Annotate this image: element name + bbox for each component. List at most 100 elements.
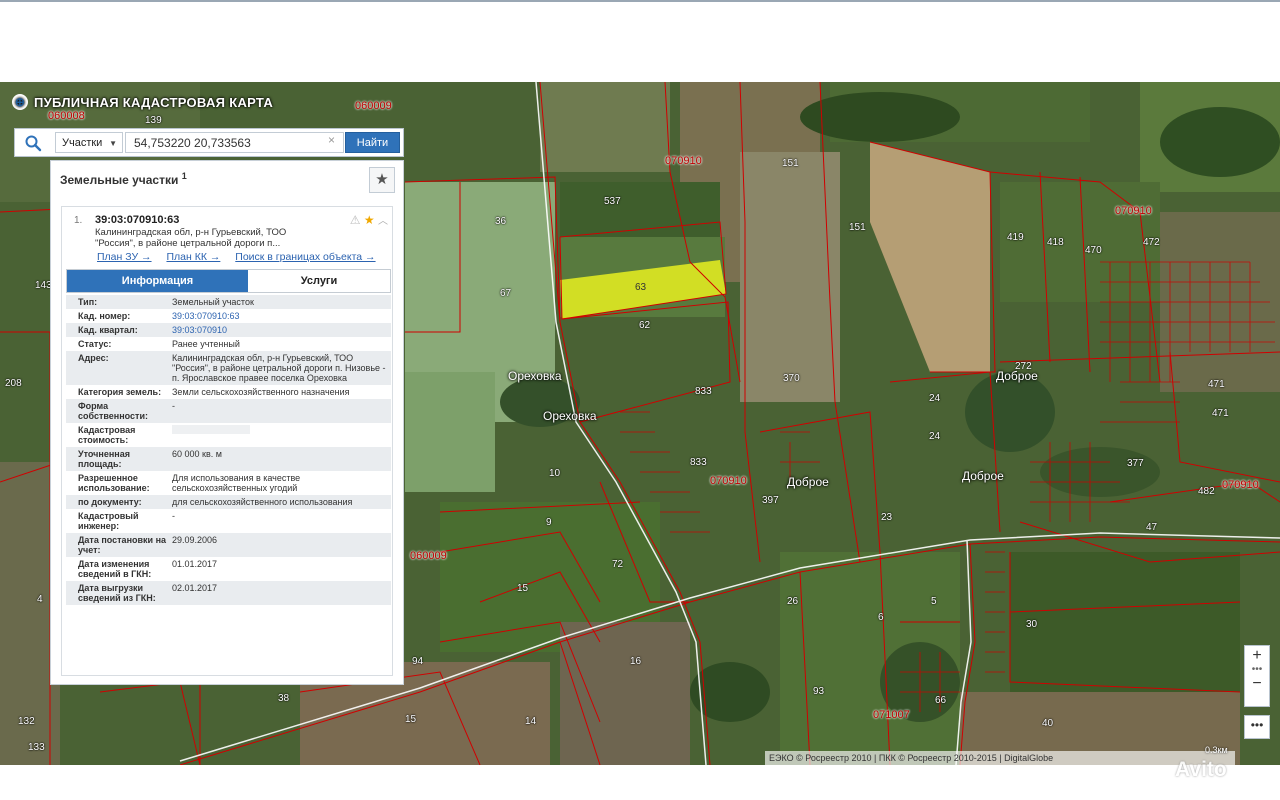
search-icon[interactable]: [24, 134, 42, 152]
parcel-label: 10: [549, 468, 561, 479]
parcel-label: 9: [546, 517, 552, 528]
attr-label: Категория земель:: [78, 387, 162, 397]
parcel-label: 16: [630, 656, 642, 667]
cad-number-link[interactable]: 39:03:070910:63: [172, 311, 391, 321]
panel-title-text: Земельные участки: [60, 173, 179, 187]
result-links: План ЗУ → План КК → Поиск в границах объ…: [97, 251, 388, 263]
parcel-label: 470: [1085, 245, 1102, 256]
result-index: 1.: [74, 215, 83, 226]
attr-value: 29.09.2006: [172, 535, 218, 545]
collapse-icon[interactable]: ︿: [378, 216, 388, 227]
zoom-dots-icon: •••: [1251, 664, 1263, 675]
parcel-label: 151: [782, 158, 799, 169]
search-input[interactable]: 54,753220 20,733563: [125, 132, 344, 153]
quarter-label: 060009: [410, 550, 447, 562]
place-label: Доброе: [962, 469, 1004, 483]
attr-value: 60 000 кв. м: [172, 449, 222, 459]
quarter-label: 060008: [48, 110, 85, 122]
place-label: Ореховка: [508, 369, 562, 383]
top-blank-area: [0, 0, 1280, 82]
attr-label: по документу:: [78, 497, 142, 507]
avito-watermark: Avito: [1175, 758, 1227, 781]
parcel-label: 14: [525, 716, 537, 727]
attr-label: Уточненная площадь:: [78, 449, 130, 469]
attr-value: Земли сельскохозяйственного назначения: [172, 387, 350, 397]
plan-kk-link[interactable]: План КК →: [166, 251, 220, 263]
parcel-label: 23: [881, 512, 893, 523]
attr-value: 01.01.2017: [172, 559, 218, 569]
top-border-line: [0, 0, 1280, 2]
parcel-label: 482: [1198, 486, 1215, 497]
attr-row: Кадастровый инженер: -: [66, 509, 391, 533]
app-title-text: ПУБЛИЧНАЯ КАДАСТРОВАЯ КАРТА: [34, 94, 274, 110]
parcel-label: 72: [612, 559, 624, 570]
attr-value: Для использования в качестве сельскохозя…: [172, 473, 301, 493]
parcel-label: 36: [495, 216, 507, 227]
attr-label: Форма собственности:: [78, 401, 148, 421]
result-actions: ⚠ ★ ︿: [350, 212, 388, 227]
attr-row: Кадастровая стоимость:: [66, 423, 391, 447]
find-button[interactable]: Найти: [345, 132, 400, 153]
zoom-out-button[interactable]: −: [1245, 674, 1269, 694]
parcel-label: 47: [1146, 522, 1158, 533]
app-title[interactable]: ⊕ ПУБЛИЧНАЯ КАДАСТРОВАЯ КАРТА: [12, 94, 273, 110]
favorite-star-icon[interactable]: ★: [364, 213, 375, 227]
attr-value: Ранее учтенный: [172, 339, 240, 349]
zoom-in-button[interactable]: +: [1245, 646, 1269, 666]
tab-services[interactable]: Услуги: [248, 270, 390, 292]
cadastre-logo-icon: ⊕: [12, 94, 28, 110]
attr-label: Дата изменения сведений в ГКН:: [78, 559, 152, 579]
tab-information[interactable]: Информация: [67, 270, 248, 292]
attr-row: Дата изменения сведений в ГКН: 01.01.2017: [66, 557, 391, 581]
attr-label: Дата постановки на учет:: [78, 535, 167, 555]
parcel-label: 15: [517, 583, 529, 594]
star-icon: ★: [375, 171, 389, 188]
search-bar: Участки ▼ 54,753220 20,733563 × Найти: [14, 128, 404, 157]
attr-label: Статус:: [78, 339, 112, 349]
quarter-label: 071007: [873, 709, 910, 721]
attr-row: Разрешенное использование: Для использова…: [66, 471, 391, 495]
parcel-label: 833: [695, 386, 712, 397]
object-type-value: Участки: [62, 137, 103, 149]
plan-zu-link[interactable]: План ЗУ →: [97, 251, 152, 263]
warning-icon[interactable]: ⚠: [350, 213, 361, 227]
parcel-label: 30: [1026, 619, 1038, 630]
parcel-label: 833: [690, 457, 707, 468]
result-address: Калининградская обл, р-н Гурьевский, ТОО…: [95, 227, 287, 249]
attr-value: Калининградская обл, р-н Гурьевский, ТОО…: [172, 353, 386, 383]
selected-parcel-label: 63: [635, 282, 647, 293]
search-within-object-link[interactable]: Поиск в границах объекта →: [235, 251, 375, 263]
favorite-button[interactable]: ★: [369, 167, 395, 193]
results-panel: Земельные участки 1 ★ 1. 39:03:070910:63…: [50, 160, 404, 685]
parcel-label: 15: [405, 714, 417, 725]
attr-value: -: [172, 511, 175, 521]
parcel-label: 418: [1047, 237, 1064, 248]
parcel-label: 471: [1208, 379, 1225, 390]
attr-row: Уточненная площадь: 60 000 кв. м: [66, 447, 391, 471]
clear-icon[interactable]: ×: [328, 133, 335, 147]
attr-row: Статус: Ранее учтенный: [66, 337, 391, 351]
parcel-label: 272: [1015, 361, 1032, 372]
attr-value: для сельскохозяйственного использования: [172, 497, 353, 507]
quarter-label: 070910: [665, 155, 702, 167]
parcel-label: 471: [1212, 408, 1229, 419]
quarter-label: 070910: [1115, 205, 1152, 217]
cad-quarter-link[interactable]: 39:03:070910: [172, 325, 391, 335]
results-count: 1: [181, 171, 187, 181]
parcel-label: 139: [145, 115, 162, 126]
parcel-label: 26: [787, 596, 799, 607]
attr-row: Форма собственности: -: [66, 399, 391, 423]
parcel-label: 94: [412, 656, 424, 667]
parcel-label: 93: [813, 686, 825, 697]
attr-value: -: [172, 401, 175, 411]
result-card[interactable]: 1. 39:03:070910:63 ⚠ ★ ︿ Калининградская…: [61, 206, 393, 676]
map-scale: 0.3км: [1205, 745, 1228, 755]
object-type-select[interactable]: Участки ▼: [55, 132, 123, 153]
attr-label: Разрешенное использование:: [78, 473, 150, 493]
more-options-button[interactable]: •••: [1244, 715, 1270, 739]
attr-row: Кад. номер: 39:03:070910:63: [66, 309, 391, 323]
map-attribution: ЕЭКО © Росреестр 2010 | ПКК © Росреестр …: [765, 751, 1235, 765]
attr-value: Земельный участок: [172, 297, 254, 307]
parcel-label: 151: [849, 222, 866, 233]
parcel-label: 537: [604, 196, 621, 207]
